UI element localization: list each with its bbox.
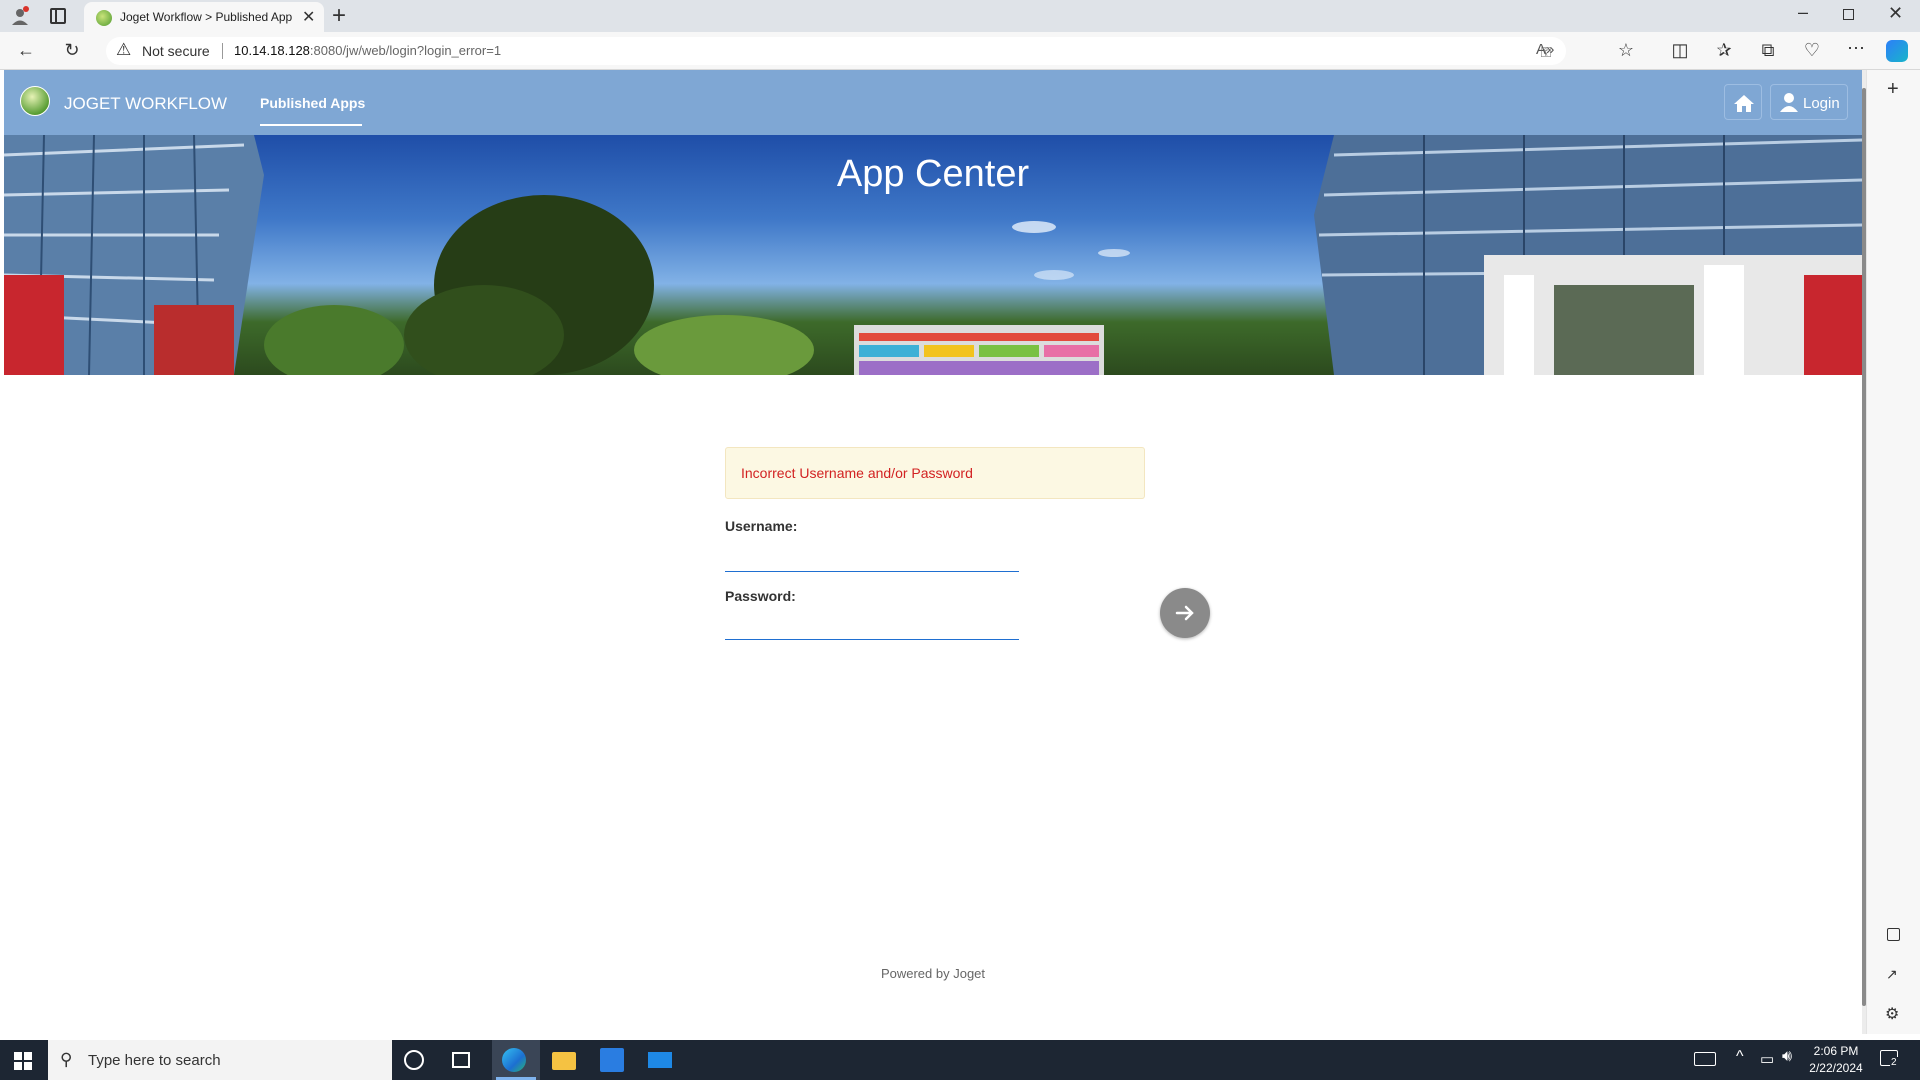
file-explorer-icon[interactable] (552, 1052, 576, 1070)
browser-tab-bar: Joget Workflow > Published App ✕ + – ✕ (0, 0, 1920, 32)
favorites-icon[interactable]: ✰ (1712, 40, 1736, 60)
arrow-right-icon (1175, 605, 1194, 621)
error-message: Incorrect Username and/or Password (741, 465, 973, 481)
username-label: Username: (725, 518, 798, 534)
favorite-icon[interactable]: ☆ (1614, 40, 1638, 60)
app-navbar: JOGET WORKFLOW Published Apps Login (4, 70, 1862, 135)
minimize-icon[interactable]: – (1798, 2, 1808, 23)
add-sidebar-icon[interactable]: + (1887, 78, 1899, 101)
cortana-icon[interactable] (404, 1050, 424, 1070)
network-icon[interactable]: ▭ (1760, 1050, 1774, 1068)
home-icon (1734, 95, 1754, 112)
key-icon[interactable]: ⚿ (1534, 42, 1558, 62)
error-alert: Incorrect Username and/or Password (725, 447, 1145, 499)
browser-essentials-icon[interactable]: ♡ (1800, 40, 1824, 60)
tab-joget-workflow[interactable]: Joget Workflow > Published App ✕ (84, 2, 324, 32)
hero-banner: App Center (4, 135, 1862, 375)
edge-icon[interactable] (502, 1048, 526, 1072)
tab-actions-icon[interactable] (50, 8, 66, 24)
back-icon[interactable]: ← (14, 40, 38, 60)
windows-taskbar: ⚲ Type here to search ^ ▭ 🔊︎ 2:06 PM 2/2… (0, 1040, 1920, 1080)
tab-title: Joget Workflow > Published App (120, 10, 293, 24)
url-host: 10.14.18.128 (234, 43, 310, 58)
search-icon: ⚲ (60, 1050, 73, 1069)
search-placeholder: Type here to search (88, 1052, 221, 1069)
refresh-icon[interactable]: ↻ (60, 40, 84, 60)
clock-date[interactable]: 2/22/2024 (1806, 1061, 1866, 1075)
volume-icon[interactable]: 🔊︎ (1782, 1048, 1792, 1066)
footer-powered-by: Powered by Joget (880, 966, 986, 981)
submit-login-button[interactable] (1160, 588, 1210, 638)
password-input[interactable] (725, 614, 1019, 640)
collections-icon[interactable]: ⧉ (1756, 40, 1780, 60)
split-screen-icon[interactable]: ◫ (1668, 40, 1692, 60)
edge-sidebar: + ↗ ⚙ (1866, 70, 1920, 1034)
url-path: :8080/jw/web/login?login_error=1 (309, 43, 502, 58)
password-label: Password: (725, 588, 796, 604)
task-view-icon[interactable] (452, 1052, 470, 1068)
windows-start-icon[interactable] (14, 1052, 32, 1070)
nav-published-apps[interactable]: Published Apps (260, 95, 365, 111)
warning-icon: ⚠ (116, 40, 132, 59)
more-icon[interactable]: ⋯ (1844, 38, 1868, 58)
joget-favicon-icon (96, 10, 112, 26)
brand-title[interactable]: JOGET WORKFLOW (64, 94, 227, 114)
keyboard-icon[interactable] (1694, 1052, 1716, 1066)
window-close-icon[interactable]: ✕ (1888, 3, 1903, 24)
clock-time[interactable]: 2:06 PM (1806, 1044, 1866, 1058)
joget-logo-icon[interactable] (20, 86, 50, 116)
settings-icon[interactable]: ⚙ (1885, 1004, 1899, 1024)
chevron-up-icon[interactable]: ^ (1736, 1048, 1744, 1066)
taskbar-search-box[interactable]: ⚲ Type here to search (48, 1040, 392, 1080)
nav-active-underline (260, 124, 362, 126)
mail-icon[interactable] (648, 1052, 672, 1068)
copilot-icon[interactable] (1886, 40, 1908, 62)
security-label[interactable]: Not secure (142, 43, 210, 59)
username-input[interactable] (725, 546, 1019, 572)
url-box[interactable]: ⚠ Not secure 10.14.18.128:8080/jw/web/lo… (106, 37, 1566, 65)
notification-icon[interactable]: 2 (1880, 1050, 1898, 1068)
sidebar-panel-icon[interactable] (1887, 928, 1900, 941)
restore-icon[interactable] (1843, 9, 1854, 20)
profile-icon[interactable] (10, 6, 30, 26)
hero-title: App Center (836, 153, 1030, 195)
external-link-icon[interactable]: ↗ (1886, 966, 1898, 983)
url-text[interactable]: 10.14.18.128:8080/jw/web/login?login_err… (234, 43, 501, 58)
url-divider (222, 43, 223, 59)
user-icon (1780, 93, 1798, 112)
login-label: Login (1803, 95, 1840, 112)
store-icon[interactable] (600, 1048, 624, 1072)
home-button[interactable] (1724, 84, 1762, 120)
login-button[interactable]: Login (1770, 84, 1848, 120)
page-viewport: JOGET WORKFLOW Published Apps Login App … (4, 70, 1862, 1034)
notification-count: 2 (1890, 1057, 1898, 1068)
browser-address-bar: ← ↻ ⚠ Not secure 10.14.18.128:8080/jw/we… (0, 32, 1920, 70)
close-icon[interactable]: ✕ (302, 7, 315, 27)
new-tab-icon[interactable]: + (332, 2, 346, 30)
